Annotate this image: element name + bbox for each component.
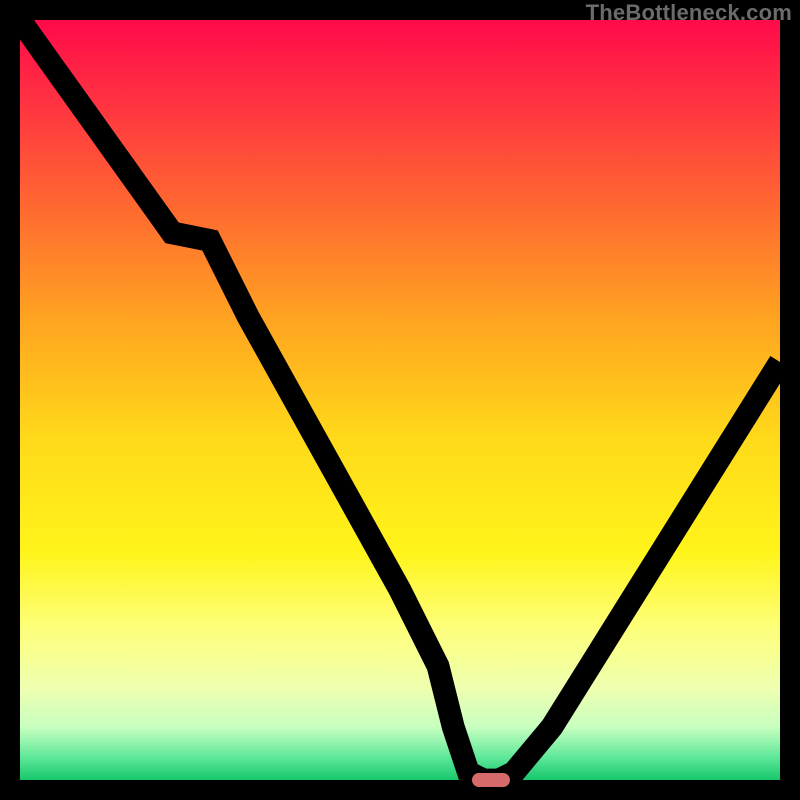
plot-area: [20, 20, 780, 780]
curve-path: [20, 20, 780, 780]
chart-frame: TheBottleneck.com: [0, 0, 800, 800]
watermark-text: TheBottleneck.com: [586, 0, 792, 26]
optimal-marker: [472, 773, 510, 787]
bottleneck-curve: [20, 20, 780, 780]
